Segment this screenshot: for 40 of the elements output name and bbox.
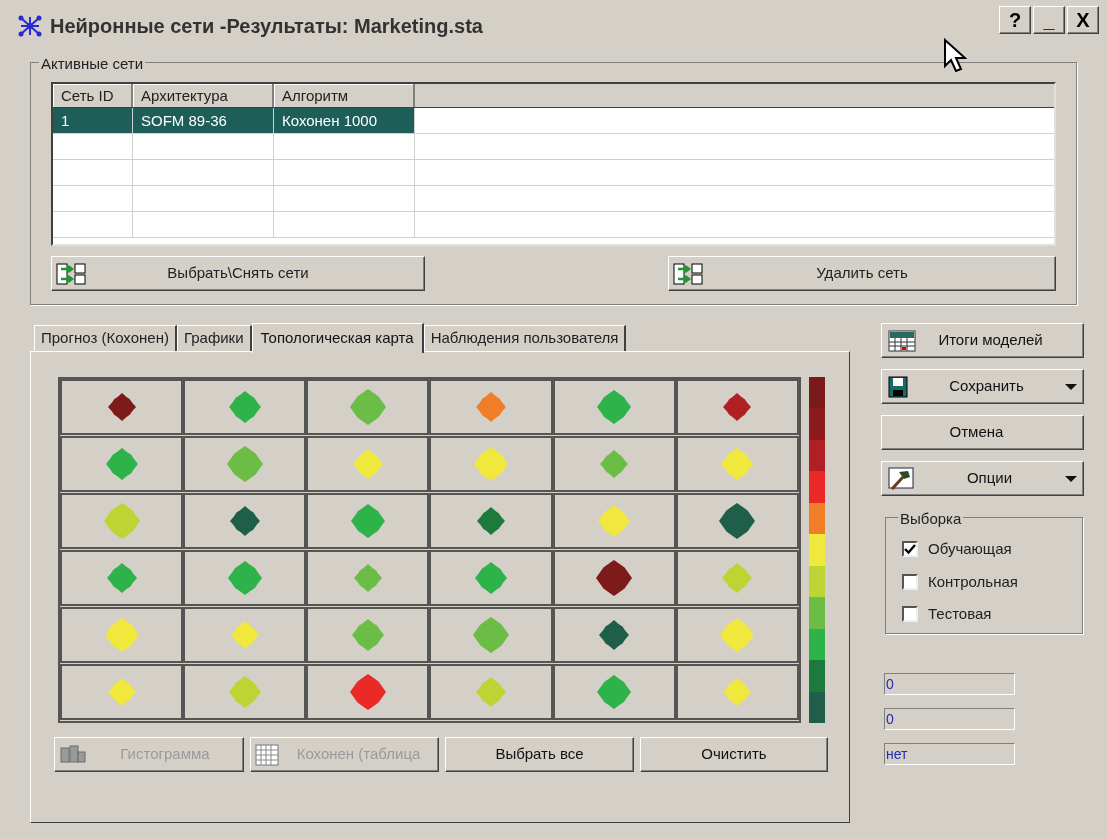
table-cell[interactable]: Кохонен 1000 (274, 108, 415, 133)
window-title: Нейронные сети -Результаты: Marketing.sta (50, 14, 483, 39)
hammer-icon (888, 466, 914, 491)
action-button[interactable]: Выбрать\Снять сети (51, 256, 425, 291)
map-button[interactable]: Выбрать все (445, 737, 634, 772)
transfer-icon (56, 261, 86, 286)
side-button[interactable]: Итоги моделей (881, 323, 1084, 358)
checkbox-label: Обучающая (928, 539, 1012, 559)
side-button[interactable]: Сохранить (881, 369, 1084, 404)
checkbox-label: Тестовая (928, 604, 992, 624)
caret-icon (1065, 474, 1077, 483)
calculator-icon (888, 329, 916, 352)
mouse-pointer-icon (943, 38, 967, 74)
readout-field[interactable]: 0 (884, 708, 1015, 730)
table-cell[interactable]: 1 (53, 108, 133, 133)
check-icon (904, 543, 916, 556)
tab[interactable]: Топологическая карта (251, 323, 424, 353)
transfer-icon (673, 261, 703, 286)
checkbox[interactable] (902, 541, 918, 558)
action-button[interactable]: Удалить сеть (668, 256, 1056, 291)
network-icon (18, 14, 42, 38)
table-icon (255, 743, 279, 766)
caret-icon (1065, 382, 1077, 391)
tab[interactable]: Прогноз (Кохонен) (34, 325, 177, 351)
side-button[interactable]: Отмена (881, 415, 1084, 450)
checkbox-label: Контрольная (928, 571, 1018, 592)
checkbox[interactable] (902, 573, 918, 590)
networks-table[interactable]: Сеть ID Архитектура Алгоритм 1 SOFM 89-36 Кохонен 1000 (51, 82, 1056, 246)
window-control-button[interactable]: _ (1033, 6, 1065, 34)
readout-field[interactable]: нет (884, 743, 1015, 765)
tab[interactable]: Графики (176, 325, 252, 351)
window-control-button[interactable]: X (1067, 6, 1099, 34)
readout-field[interactable]: 0 (884, 673, 1015, 695)
tab[interactable]: Наблюдения пользователя (423, 325, 627, 351)
table-cell[interactable]: SOFM 89-36 (133, 108, 274, 133)
map-button[interactable]: Очистить (640, 737, 828, 772)
checkbox[interactable] (902, 606, 918, 623)
side-button[interactable]: Опции (881, 461, 1084, 496)
window-control-button[interactable]: ? (999, 6, 1031, 34)
histogram-icon (59, 743, 87, 766)
